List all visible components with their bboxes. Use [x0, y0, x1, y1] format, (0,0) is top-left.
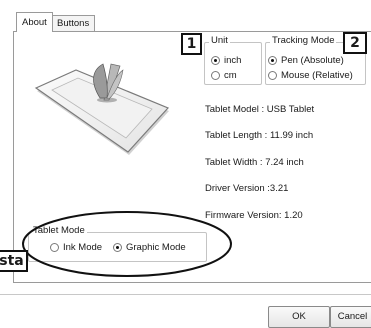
unit-legend: Unit: [209, 35, 230, 46]
unit-cm-radio[interactable]: cm: [211, 70, 237, 81]
highlight-ellipse: [22, 211, 232, 277]
tablet-width-text: Tablet Width : 7.24 inch: [205, 157, 304, 168]
radio-indicator: [268, 56, 277, 65]
tablet-length-text: Tablet Length : 11.99 inch: [205, 130, 314, 141]
unit-inch-label: inch: [224, 55, 242, 66]
callout-1: 1: [181, 33, 202, 55]
tablet-model-text: Tablet Model : USB Tablet: [205, 104, 315, 115]
radio-indicator: [211, 56, 220, 65]
radio-indicator: [211, 71, 220, 80]
bottom-divider: [0, 294, 371, 295]
tracking-mouse-radio[interactable]: Mouse (Relative): [268, 70, 353, 81]
callout-2: 2: [343, 32, 367, 54]
radio-indicator: [268, 71, 277, 80]
ok-button[interactable]: OK: [268, 306, 330, 328]
tracking-pen-label: Pen (Absolute): [281, 55, 344, 66]
unit-inch-radio[interactable]: inch: [211, 55, 241, 66]
tracking-mode-legend: Tracking Mode: [270, 35, 337, 46]
tablet-pen-illustration: [34, 63, 170, 155]
unit-cm-label: cm: [224, 70, 237, 81]
driver-version-text: Driver Version :3.21: [205, 183, 289, 194]
tracking-mouse-label: Mouse (Relative): [281, 70, 353, 81]
cancel-button[interactable]: Cancel: [330, 306, 371, 328]
tab-about[interactable]: About: [16, 12, 53, 32]
tab-buttons[interactable]: Buttons: [51, 15, 96, 31]
tracking-pen-radio[interactable]: Pen (Absolute): [268, 55, 344, 66]
callout-left: sta: [0, 250, 28, 272]
